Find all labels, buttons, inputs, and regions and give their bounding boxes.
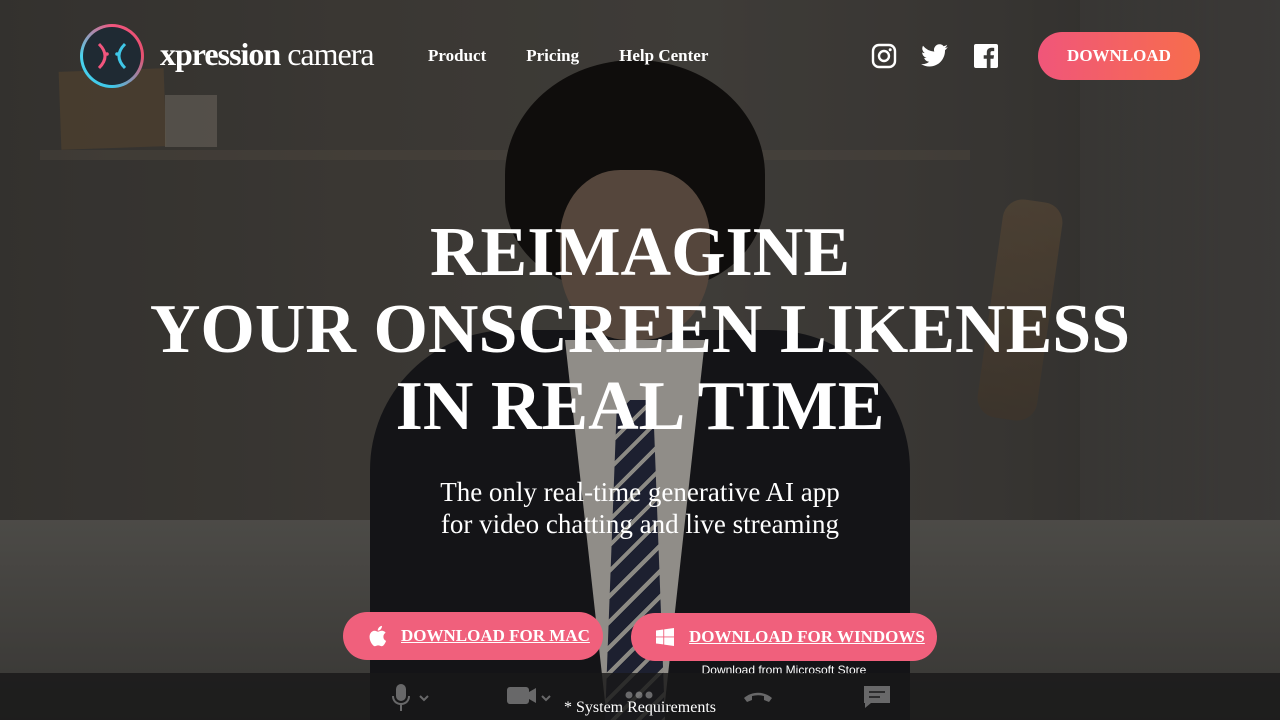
nav-item-product[interactable]: Product (428, 46, 486, 66)
hero-subtitle: The only real-time generative AI app for… (0, 476, 1280, 540)
hero-title-line: IN REAL TIME (395, 368, 885, 445)
download-windows-label: DOWNLOAD FOR WINDOWS (689, 627, 925, 646)
nav-item-help-center[interactable]: Help Center (619, 46, 708, 66)
windows-icon (655, 627, 675, 647)
facebook-icon[interactable] (972, 42, 1000, 70)
logo-icon[interactable] (80, 24, 144, 88)
hero-subtitle-line: The only real-time generative AI app (440, 477, 840, 507)
hero-title-line: YOUR ONSCREEN LIKENESS (149, 291, 1131, 368)
brand-name[interactable]: xpression camera (160, 36, 375, 73)
system-requirements-link[interactable]: * System Requirements (0, 699, 1280, 717)
download-windows-button[interactable]: DOWNLOAD FOR WINDOWS (631, 613, 937, 661)
apple-icon (367, 625, 387, 647)
download-mac-label: DOWNLOAD FOR MAC (401, 626, 590, 645)
brand-name-light: camera (280, 36, 374, 72)
site-header: xpression camera Product Pricing Help Ce… (0, 0, 1280, 112)
instagram-icon[interactable] (870, 42, 898, 70)
header-download-button[interactable]: DOWNLOAD (1038, 32, 1200, 80)
download-mac-button[interactable]: DOWNLOAD FOR MAC (343, 612, 603, 660)
hero-title-line: REIMAGINE (429, 214, 851, 291)
brand-name-bold: xpression (160, 36, 281, 72)
hero-title: REIMAGINE YOUR ONSCREEN LIKENESS IN REAL… (0, 214, 1280, 445)
hero-subtitle-line: for video chatting and live streaming (440, 509, 840, 539)
twitter-icon[interactable] (921, 42, 949, 70)
main-nav: Product Pricing Help Center (428, 46, 708, 66)
nav-item-pricing[interactable]: Pricing (526, 46, 579, 66)
